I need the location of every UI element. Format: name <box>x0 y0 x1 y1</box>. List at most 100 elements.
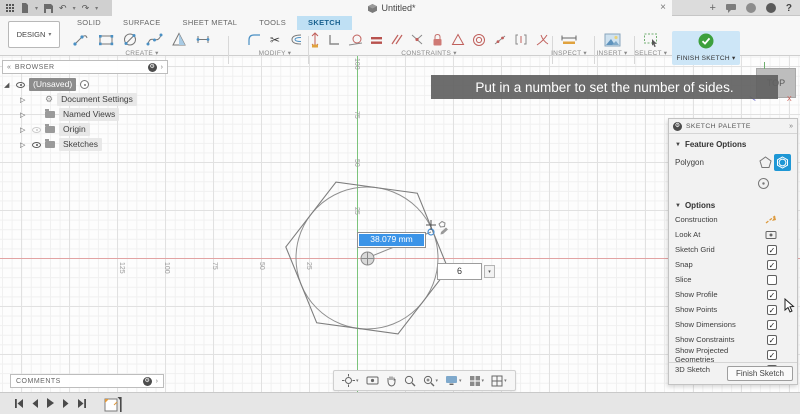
skip-to-start-icon[interactable] <box>14 398 24 409</box>
trim-scissors-icon[interactable]: ✂ <box>270 33 280 47</box>
skip-to-end-icon[interactable] <box>77 398 87 409</box>
expander-open-icon[interactable]: ◢ <box>4 81 12 89</box>
select-window-icon[interactable] <box>643 32 660 47</box>
option-checkbox[interactable]: ✓ <box>767 245 777 255</box>
equal-constraint-icon[interactable] <box>370 34 383 46</box>
modify-group-label[interactable]: MODIFY ▾ <box>232 49 318 57</box>
help-icon[interactable]: ? <box>786 3 792 14</box>
option-icon[interactable] <box>765 230 777 240</box>
look-at-icon[interactable] <box>366 375 379 386</box>
browser-node-label[interactable]: Document Settings <box>57 93 137 106</box>
zoom-icon[interactable] <box>404 375 416 387</box>
sketch-palette-header[interactable]: ⚙ SKETCH PALETTE » <box>669 119 797 134</box>
file-menu-caret-icon[interactable]: ▾ <box>35 5 38 12</box>
extensions-icon[interactable] <box>746 3 756 13</box>
edge-polygon-icon[interactable] <box>757 154 774 171</box>
browser-root-label[interactable]: (Unsaved) <box>29 78 76 91</box>
viewports-icon[interactable]: ▾ <box>491 375 507 387</box>
expander-closed-icon[interactable]: ▷ <box>20 141 28 149</box>
file-menu-icon[interactable] <box>21 3 29 13</box>
browser-tree-row[interactable]: ▷ Origin <box>4 122 168 137</box>
comments-expand-icon[interactable]: › <box>156 378 158 385</box>
browser-node-label[interactable]: Named Views <box>59 108 119 121</box>
tangent-constraint-icon[interactable] <box>348 33 363 47</box>
comments-panel[interactable]: COMMENTS ⚙ › <box>10 374 164 388</box>
display-settings-icon[interactable]: ▾ <box>445 375 462 386</box>
ribbon-tab[interactable]: SHEET METAL <box>172 16 249 30</box>
circumscribed-polygon-icon-selected[interactable] <box>774 154 791 171</box>
activate-component-radio[interactable] <box>80 80 89 89</box>
coincident-constraint-icon[interactable] <box>410 33 424 46</box>
browser-header[interactable]: « BROWSER ⚙ › <box>2 60 168 74</box>
comments-icon[interactable]: ⚙ <box>143 377 152 386</box>
concentric-constraint-icon[interactable] <box>472 33 486 47</box>
browser-expand-icon[interactable]: › <box>161 64 163 71</box>
browser-tree-row[interactable]: ▷ Sketches <box>4 137 168 152</box>
option-checkbox[interactable]: ✓ <box>767 335 777 345</box>
options-section-header[interactable]: ▼ Options <box>669 195 797 212</box>
finish-sketch-button[interactable]: FINISH SKETCH ▾ <box>672 31 740 65</box>
option-checkbox[interactable]: ✓ <box>767 290 777 300</box>
sides-dropdown-icon[interactable]: ▾ <box>484 265 495 278</box>
app-grid-icon[interactable] <box>6 4 15 13</box>
redo-caret-icon[interactable]: ▾ <box>95 5 98 12</box>
feature-options-section-header[interactable]: ▼ Feature Options <box>669 134 797 151</box>
collinear-constraint-icon[interactable] <box>493 33 507 46</box>
select-group-label[interactable]: SELECT ▾ <box>630 49 672 57</box>
tab-close-icon[interactable]: × <box>660 0 666 15</box>
symmetry-constraint-icon[interactable] <box>451 33 465 46</box>
create-group-label[interactable]: CREATE ▾ <box>62 49 222 57</box>
option-checkbox[interactable]: ✓ <box>767 305 777 315</box>
polygon-tool-icon[interactable] <box>171 32 187 47</box>
pan-icon[interactable] <box>386 375 397 387</box>
save-icon[interactable] <box>44 4 53 13</box>
palette-gear-icon[interactable]: ⚙ <box>673 122 682 131</box>
measure-icon[interactable] <box>560 32 578 47</box>
sketch-canvas[interactable]: 125 100 75 50 25 100 75 50 25 38.079 mm … <box>0 56 800 392</box>
zoom-window-icon[interactable]: ▾ <box>423 375 439 387</box>
insert-image-icon[interactable] <box>604 33 621 47</box>
step-forward-icon[interactable] <box>62 398 70 409</box>
comment-bubble-icon[interactable] <box>726 4 736 13</box>
line-tool-icon[interactable] <box>73 32 90 47</box>
palette-dock-icon[interactable]: » <box>789 123 793 130</box>
redo-icon[interactable]: ↷ <box>82 0 90 16</box>
step-back-icon[interactable] <box>31 398 39 409</box>
browser-root-row[interactable]: ◢ (Unsaved) <box>4 77 168 92</box>
browser-settings-icon[interactable]: ⚙ <box>148 63 157 72</box>
inspect-group-label[interactable]: INSPECT ▾ <box>548 49 590 57</box>
visibility-eye-icon[interactable] <box>32 142 41 148</box>
parallel-constraint-icon[interactable] <box>390 33 403 46</box>
option-checkbox[interactable]: ✓ <box>767 320 777 330</box>
option-checkbox[interactable]: ✓ <box>767 260 777 270</box>
origin-point[interactable] <box>360 251 375 266</box>
profile-avatar-icon[interactable] <box>766 3 776 13</box>
ribbon-tab[interactable]: TOOLS <box>248 16 297 30</box>
expander-closed-icon[interactable]: ▷ <box>20 96 28 104</box>
midpoint-constraint-icon[interactable] <box>514 33 528 46</box>
grid-settings-icon[interactable]: ▾ <box>469 375 485 387</box>
spline-tool-icon[interactable] <box>146 32 163 47</box>
option-icon[interactable] <box>765 214 777 225</box>
play-icon[interactable] <box>46 397 55 409</box>
visibility-eye-icon[interactable] <box>16 82 25 88</box>
undo-caret-icon[interactable]: ▾ <box>73 5 76 12</box>
new-tab-button[interactable]: + <box>709 2 715 14</box>
slot-tool-icon[interactable] <box>195 32 211 47</box>
insert-group-label[interactable]: INSERT ▾ <box>592 49 632 57</box>
radius-dimension-input[interactable]: 38.079 mm <box>357 232 426 248</box>
rectangle-tool-icon[interactable] <box>98 32 114 47</box>
browser-tree-row[interactable]: ▷ Named Views <box>4 107 168 122</box>
option-checkbox[interactable]: ✓ <box>767 350 777 360</box>
fillet-tool-icon[interactable] <box>247 32 262 47</box>
inscribed-polygon-icon[interactable] <box>755 175 772 192</box>
visibility-eye-icon[interactable] <box>32 127 41 133</box>
browser-tree-row[interactable]: ▷ ⚙ Document Settings <box>4 92 168 107</box>
ribbon-tab[interactable]: SKETCH <box>297 16 352 30</box>
option-checkbox[interactable] <box>767 275 777 285</box>
ribbon-tab[interactable]: SOLID <box>66 16 112 30</box>
horizontal-vertical-constraint-icon[interactable] <box>327 33 341 47</box>
expander-closed-icon[interactable]: ▷ <box>20 111 28 119</box>
browser-node-label[interactable]: Origin <box>59 123 90 136</box>
circle-tool-icon[interactable] <box>122 32 138 47</box>
